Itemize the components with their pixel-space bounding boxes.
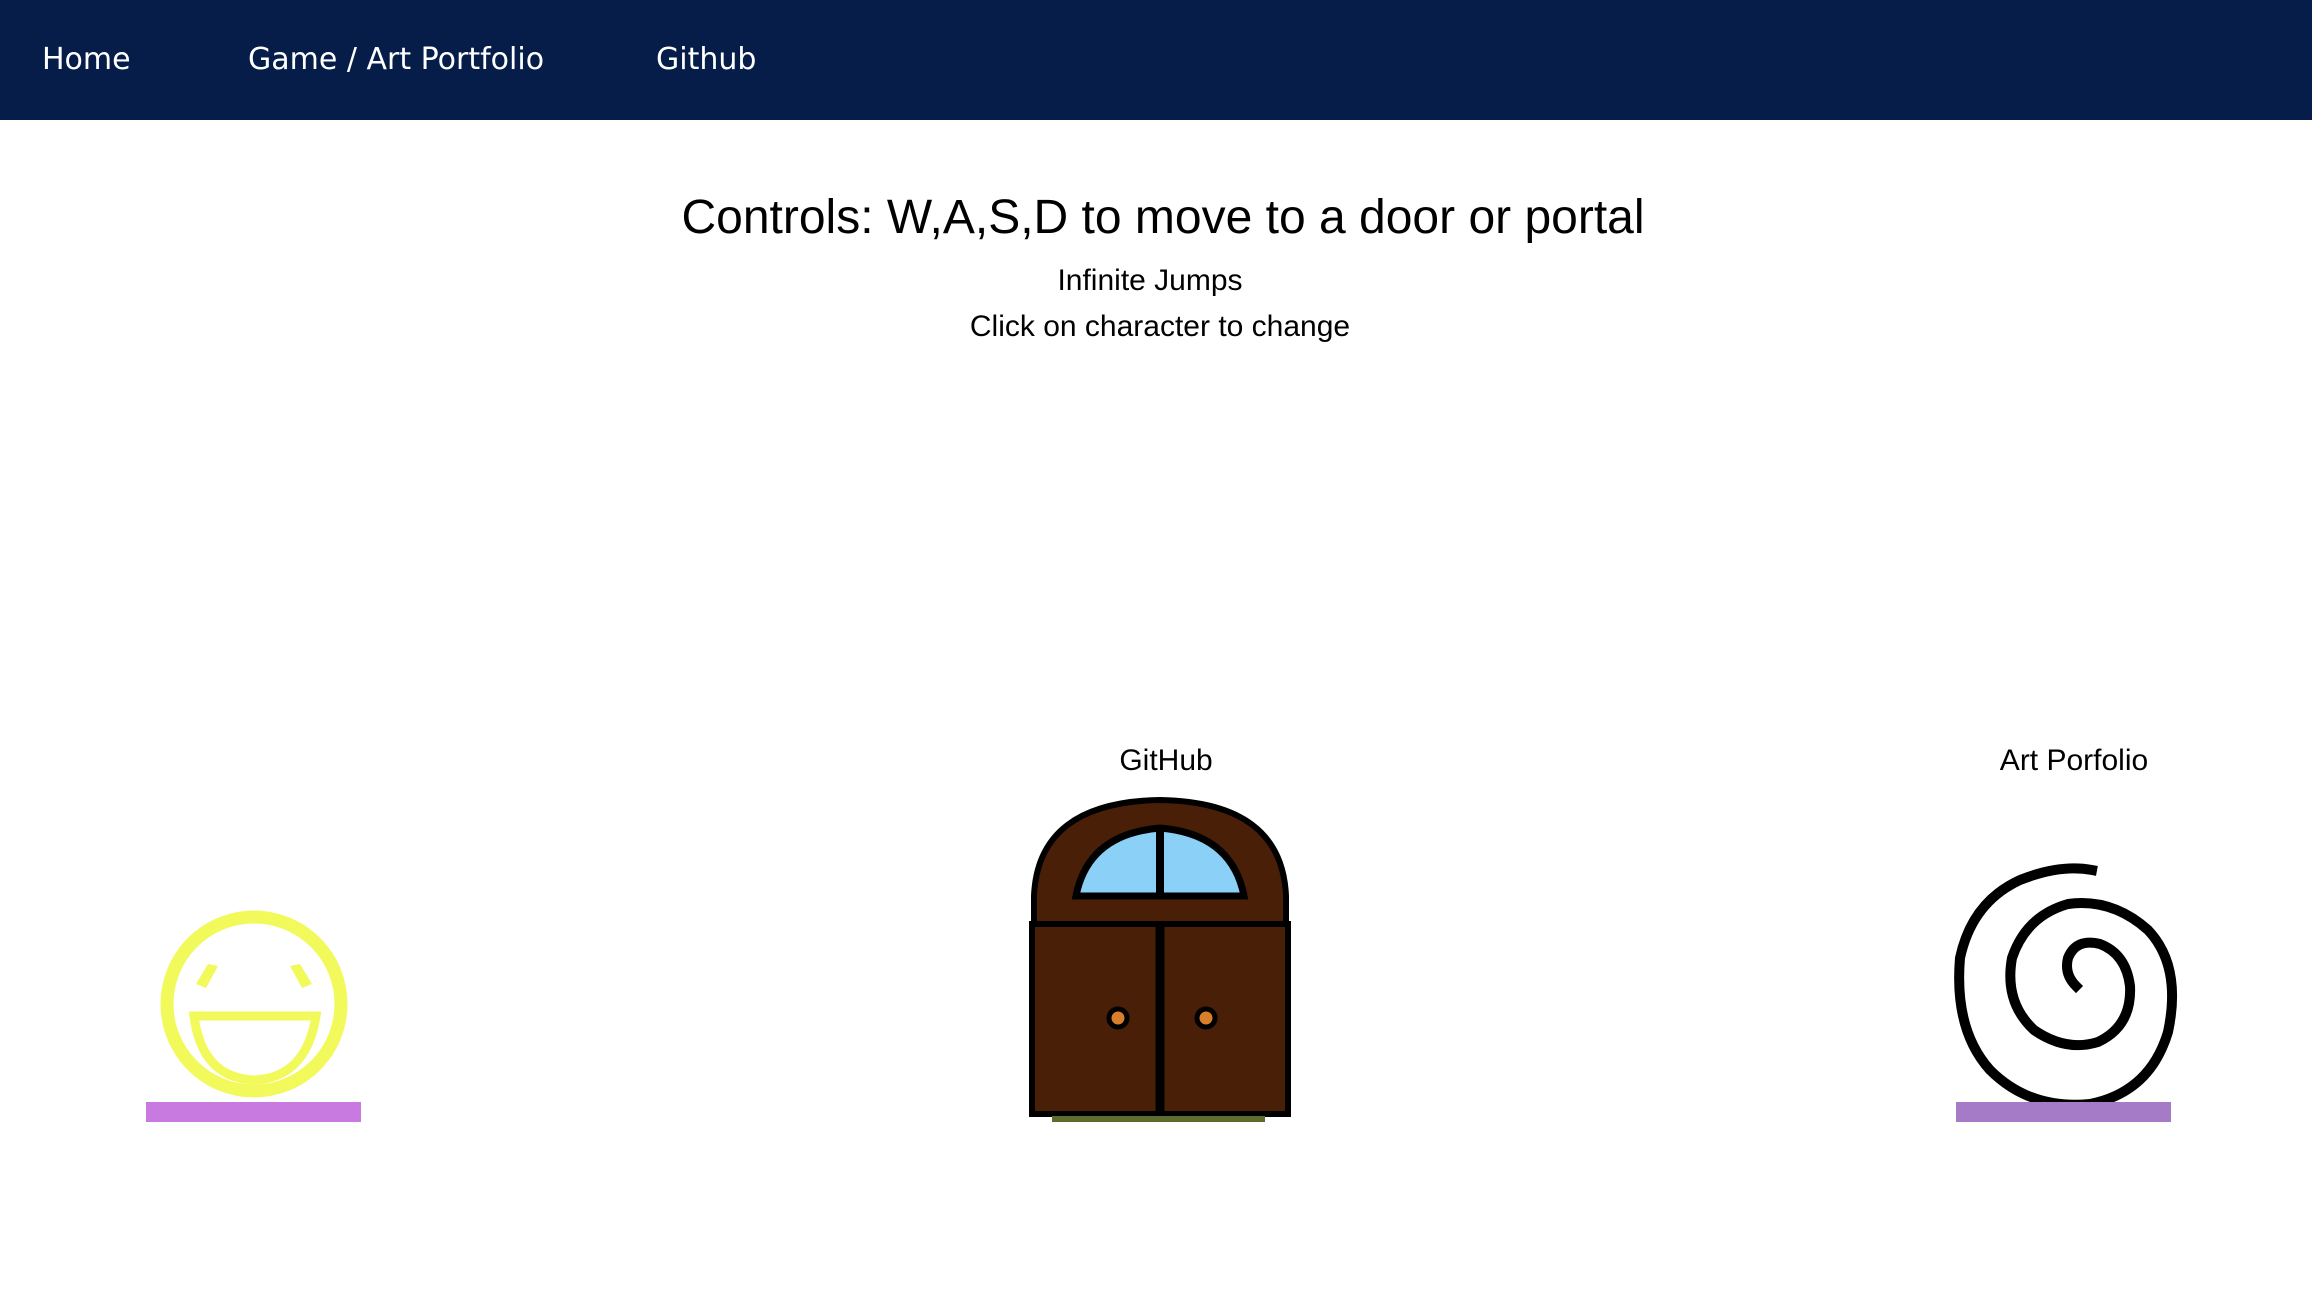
character-platform	[146, 1102, 361, 1122]
door-platform	[1052, 1116, 1265, 1122]
github-door-icon[interactable]	[1028, 796, 1292, 1118]
nav-github-link[interactable]: Github	[656, 38, 756, 82]
controls-heading: Controls: W,A,S,D to move to a door or p…	[681, 191, 1645, 244]
portal-platform	[1956, 1102, 2171, 1122]
nav-portfolio-link[interactable]: Game / Art Portfolio	[248, 38, 544, 82]
art-portfolio-portal-icon[interactable]	[1950, 862, 2182, 1114]
portal-label: Art Porfolio	[1999, 744, 2149, 777]
nav-home-link[interactable]: Home	[42, 38, 131, 82]
infinite-jumps-text: Infinite Jumps	[1057, 264, 1243, 297]
top-navbar: Home Game / Art Portfolio Github	[0, 0, 2312, 120]
character-hint-text: Click on character to change	[969, 310, 1351, 343]
door-label: GitHub	[1119, 744, 1213, 777]
smiley-character-icon[interactable]	[156, 906, 352, 1102]
